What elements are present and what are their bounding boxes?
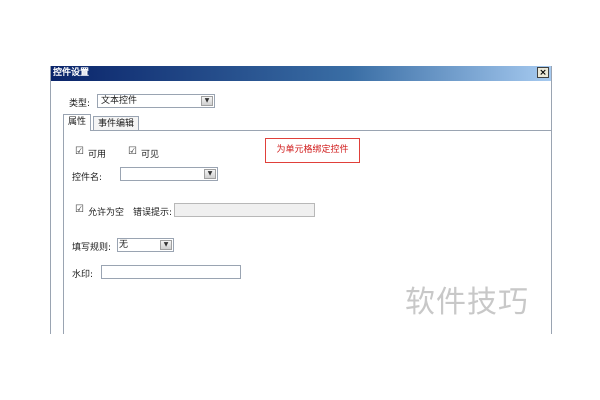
annotation-text: 为单元格绑定控件: [276, 145, 349, 155]
watermark-input[interactable]: [101, 265, 241, 279]
allow-empty-label: 允许为空: [88, 208, 125, 218]
tab-properties[interactable]: 属性: [63, 114, 92, 131]
close-button[interactable]: ×: [537, 67, 549, 78]
chevron-down-icon[interactable]: ▼: [160, 240, 172, 250]
tab-properties-label: 属性: [68, 117, 87, 127]
dialog-titlebar: 控件设置 ×: [51, 66, 551, 81]
chevron-down-icon[interactable]: ▼: [201, 96, 213, 106]
fill-rule-value: 无: [119, 240, 129, 250]
close-icon: ×: [539, 68, 547, 78]
dialog-title: 控件设置: [53, 68, 90, 78]
enabled-label: 可用: [88, 150, 107, 160]
tab-event-edit-label: 事件编辑: [98, 119, 135, 129]
tab-event-edit[interactable]: 事件编辑: [93, 116, 140, 130]
allow-empty-checkbox[interactable]: ☑: [75, 205, 85, 215]
chevron-down-icon[interactable]: ▼: [204, 169, 216, 179]
enabled-checkbox[interactable]: ☑: [75, 147, 85, 157]
annotation-callout: 为单元格绑定控件: [265, 138, 360, 163]
site-watermark: 软件技巧: [405, 285, 529, 320]
type-select[interactable]: 文本控件 ▼: [97, 94, 215, 108]
visible-checkbox[interactable]: ☑: [128, 147, 138, 157]
error-hint-input[interactable]: [174, 203, 315, 217]
error-hint-label: 错误提示:: [133, 208, 173, 218]
type-label: 类型:: [69, 99, 91, 109]
fill-rule-label: 填写规则:: [72, 243, 112, 253]
control-name-select[interactable]: ▼: [120, 167, 218, 181]
fill-rule-select[interactable]: 无 ▼: [117, 238, 174, 252]
visible-label: 可见: [141, 150, 160, 160]
type-select-value: 文本控件: [101, 96, 138, 106]
control-name-label: 控件名:: [72, 173, 103, 183]
watermark-label: 水印:: [72, 270, 94, 280]
